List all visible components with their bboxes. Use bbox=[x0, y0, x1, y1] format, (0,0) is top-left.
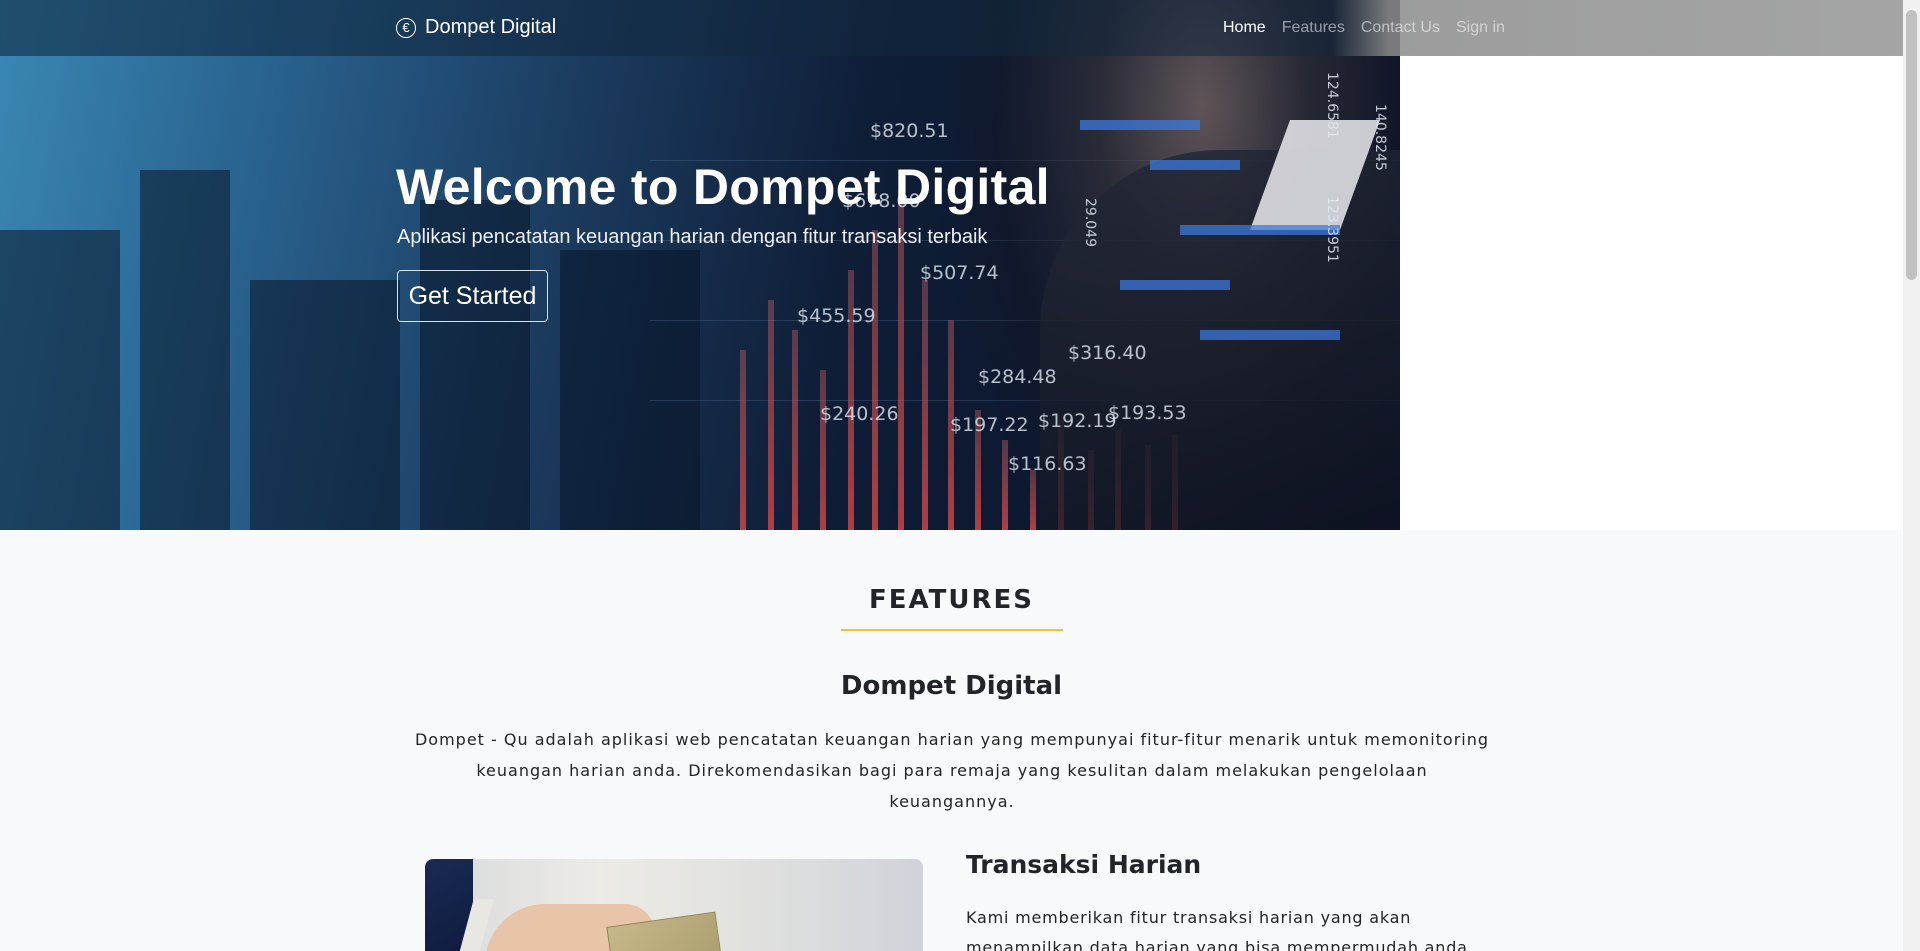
vertical-scrollbar[interactable] bbox=[1903, 0, 1920, 951]
heading-underline bbox=[841, 629, 1063, 631]
chart-price-label: 140.8245 bbox=[1372, 104, 1388, 171]
app-description: Dompet - Qu adalah aplikasi web pencatat… bbox=[414, 730, 1490, 811]
chart-price-label: $507.74 bbox=[920, 262, 999, 284]
chart-price-label: $192.19 bbox=[1038, 410, 1117, 432]
scrollbar-thumb[interactable] bbox=[1906, 10, 1917, 280]
chart-price-label: 123.3951 bbox=[1324, 196, 1340, 263]
features-heading: FEATURES bbox=[869, 585, 1034, 615]
brand-link[interactable]: € Dompet Digital bbox=[396, 16, 556, 39]
chart-price-label: 29.049 bbox=[1082, 198, 1098, 247]
chart-price-label: $820.51 bbox=[870, 120, 949, 142]
feature-title: Transaksi Harian bbox=[966, 850, 1202, 879]
nav-links: Home Features Contact Us Sign in bbox=[1223, 19, 1505, 37]
chart-price-label: $240.26 bbox=[820, 403, 899, 425]
nav-features[interactable]: Features bbox=[1282, 19, 1345, 37]
hero-section: $820.51 $678.00 $507.74 $455.59 $240.26 … bbox=[0, 0, 1400, 530]
hero-blank-area bbox=[1400, 55, 1903, 530]
top-navbar: € Dompet Digital Home Features Contact U… bbox=[0, 0, 1903, 56]
nav-contact-us[interactable]: Contact Us bbox=[1361, 19, 1440, 37]
chart-price-label: $197.22 bbox=[950, 414, 1029, 436]
chart-price-label: $116.63 bbox=[1008, 453, 1087, 475]
chart-price-label: $455.59 bbox=[797, 305, 876, 327]
get-started-button[interactable]: Get Started bbox=[397, 270, 548, 322]
feature-description: Kami memberikan fitur transaksi harian y… bbox=[966, 908, 1468, 951]
chart-price-label: 124.6581 bbox=[1324, 72, 1340, 139]
chart-price-label: $284.48 bbox=[978, 366, 1057, 388]
chart-price-label: $316.40 bbox=[1068, 342, 1147, 364]
app-name-heading: Dompet Digital bbox=[840, 671, 1063, 701]
hero-subtitle: Aplikasi pencatatan keuangan harian deng… bbox=[397, 226, 988, 248]
wallet-icon: € bbox=[396, 17, 416, 38]
brand-name: Dompet Digital bbox=[425, 16, 557, 38]
nav-home[interactable]: Home bbox=[1223, 19, 1266, 37]
nav-sign-in[interactable]: Sign in bbox=[1456, 19, 1505, 37]
transaction-image bbox=[425, 859, 923, 951]
hero-title: Welcome to Dompet Digital bbox=[396, 159, 1050, 215]
chart-price-label: $193.53 bbox=[1108, 402, 1187, 424]
